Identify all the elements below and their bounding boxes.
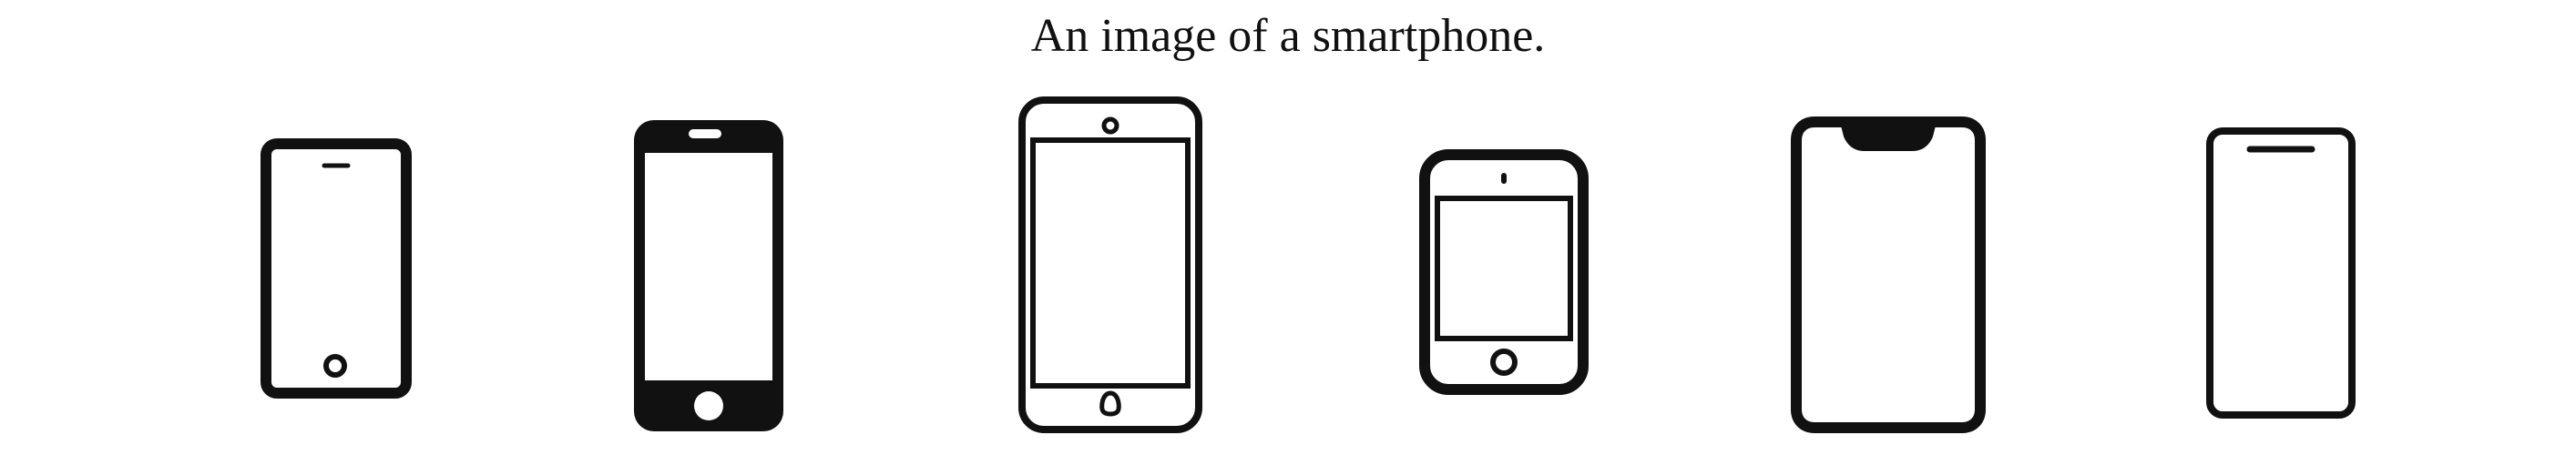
- icon-gallery: [0, 0, 2576, 455]
- smartphone-notch-icon-5: [1787, 113, 1989, 437]
- tablet-icon-4: [1417, 147, 1590, 397]
- smartphone-icon-2: [630, 116, 787, 435]
- smartphone-icon-1: [259, 136, 414, 400]
- smartphone-icon-3: [1017, 95, 1204, 435]
- smartphone-icon-6: [2204, 126, 2357, 420]
